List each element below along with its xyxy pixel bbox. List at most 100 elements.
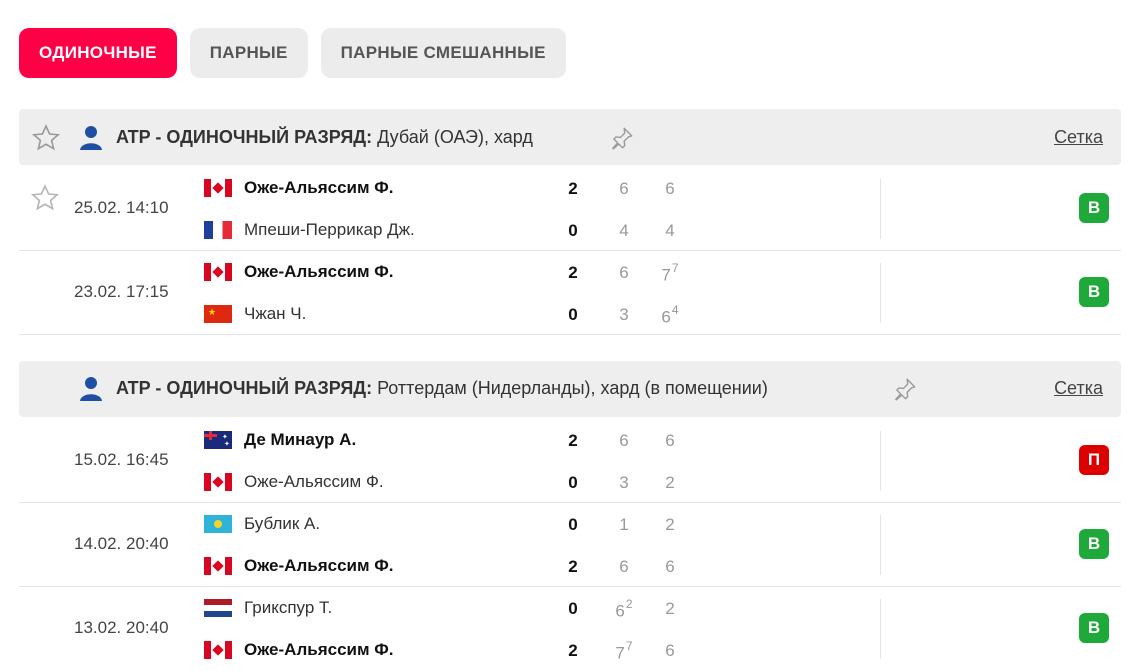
total-score: 0 bbox=[568, 599, 578, 618]
divider bbox=[880, 431, 881, 491]
match-row[interactable]: 14.02. 20:40 Бублик А. Оже-Альяссим Ф. 0… bbox=[19, 503, 1121, 587]
match-row[interactable]: 23.02. 17:15 Оже-Альяссим Ф. ★ Чжан Ч. 2… bbox=[19, 251, 1121, 335]
divider bbox=[880, 599, 881, 659]
match-row[interactable]: 13.02. 20:40 Грикспур Т. Оже-Альяссим Ф.… bbox=[19, 587, 1121, 671]
tabs: ОДИНОЧНЫЕ ПАРНЫЕ ПАРНЫЕ СМЕШАННЫЕ bbox=[19, 28, 566, 78]
set-score: 2 bbox=[665, 599, 675, 618]
match-row[interactable]: 15.02. 16:45 ✦ ✦ Де Минаур А. Оже-Альясси… bbox=[19, 419, 1121, 503]
total-score: 2 bbox=[568, 557, 578, 576]
player-name: Оже-Альяссим Ф. bbox=[244, 472, 384, 491]
league-title: ATP - ОДИНОЧНЫЙ РАЗРЯД: Дубай (ОАЭ), хар… bbox=[116, 127, 533, 147]
player-name: Бублик А. bbox=[244, 514, 321, 533]
divider bbox=[880, 515, 881, 575]
set-score: 6 bbox=[619, 557, 629, 576]
league-header-dubai: ATP - ОДИНОЧНЫЙ РАЗРЯД: Дубай (ОАЭ), хар… bbox=[19, 109, 1121, 165]
league-title: ATP - ОДИНОЧНЫЙ РАЗРЯД: Роттердам (Нидер… bbox=[116, 378, 768, 398]
set-score: 4 bbox=[619, 221, 629, 240]
player-name: Де Минаур А. bbox=[244, 430, 357, 449]
canada-flag-icon bbox=[204, 557, 232, 575]
set-score: 6 bbox=[665, 557, 675, 576]
kazakhstan-flag-icon bbox=[204, 515, 232, 533]
tiebreak-score: 7 bbox=[625, 639, 633, 653]
set-score: 3 bbox=[619, 305, 629, 324]
player-row: Оже-Альяссим Ф. bbox=[204, 637, 394, 663]
france-flag-icon bbox=[204, 221, 232, 239]
player-name: Мпеши-Перрикар Дж. bbox=[244, 220, 415, 239]
star-icon[interactable] bbox=[30, 183, 60, 213]
tiebreak-score: 2 bbox=[625, 597, 633, 611]
total-score: 2 bbox=[568, 179, 578, 198]
set-score: 2 bbox=[665, 515, 675, 534]
result-badge: В bbox=[1079, 613, 1109, 643]
pin-icon[interactable] bbox=[892, 376, 918, 402]
player-name: Грикспур Т. bbox=[244, 598, 333, 617]
set-score: 4 bbox=[665, 221, 675, 240]
total-score: 0 bbox=[568, 473, 578, 492]
match-time: 25.02. 14:10 bbox=[74, 198, 169, 217]
match-time: 13.02. 20:40 bbox=[74, 618, 169, 637]
player-row: Оже-Альяссим Ф. bbox=[204, 469, 384, 495]
player-row: Мпеши-Перрикар Дж. bbox=[204, 217, 415, 243]
result-badge: В bbox=[1079, 529, 1109, 559]
set-score: 1 bbox=[619, 515, 629, 534]
player-name: Оже-Альяссим Ф. bbox=[244, 262, 394, 281]
bracket-link[interactable]: Сетка bbox=[1054, 378, 1103, 399]
match-time: 15.02. 16:45 bbox=[74, 450, 169, 469]
set-score: 62 bbox=[615, 597, 633, 621]
set-score: 6 bbox=[619, 431, 629, 450]
player-row: ★ Чжан Ч. bbox=[204, 301, 306, 327]
bracket-link[interactable]: Сетка bbox=[1054, 127, 1103, 148]
total-score: 2 bbox=[568, 641, 578, 660]
result-badge: П bbox=[1079, 445, 1109, 475]
player-row: Оже-Альяссим Ф. bbox=[204, 553, 394, 579]
set-score: 6 bbox=[665, 179, 675, 198]
player-name: Чжан Ч. bbox=[244, 304, 307, 323]
china-flag-icon: ★ bbox=[204, 305, 232, 323]
set-score: 2 bbox=[665, 473, 675, 492]
player-name: Оже-Альяссим Ф. bbox=[244, 556, 394, 575]
match-time: 14.02. 20:40 bbox=[74, 534, 169, 553]
set-score: 64 bbox=[661, 303, 679, 327]
player-row: Грикспур Т. bbox=[204, 595, 332, 621]
league-header-rotterdam: ATP - ОДИНОЧНЫЙ РАЗРЯД: Роттердам (Нидер… bbox=[19, 361, 1121, 417]
result-badge: В bbox=[1079, 277, 1109, 307]
australia-flag-icon: ✦ ✦ bbox=[204, 431, 232, 449]
player-name: Оже-Альяссим Ф. bbox=[244, 640, 394, 659]
player-row: Бублик А. bbox=[204, 511, 320, 537]
divider bbox=[880, 263, 881, 323]
match-time: 23.02. 17:15 bbox=[74, 282, 169, 301]
set-score: 6 bbox=[619, 263, 629, 282]
tab-singles[interactable]: ОДИНОЧНЫЕ bbox=[19, 28, 177, 78]
set-score: 6 bbox=[665, 431, 675, 450]
netherlands-flag-icon bbox=[204, 599, 232, 617]
match-row[interactable]: 25.02. 14:10 Оже-Альяссим Ф. Мпеши-Перри… bbox=[19, 167, 1121, 251]
star-icon[interactable] bbox=[31, 123, 61, 153]
divider bbox=[880, 179, 881, 239]
canada-flag-icon bbox=[204, 641, 232, 659]
tiebreak-score: 7 bbox=[671, 261, 679, 275]
player-row: Оже-Альяссим Ф. bbox=[204, 259, 394, 285]
tiebreak-score: 4 bbox=[671, 303, 679, 317]
player-name: Оже-Альяссим Ф. bbox=[244, 178, 394, 197]
canada-flag-icon bbox=[204, 473, 232, 491]
total-score: 0 bbox=[568, 305, 578, 324]
tab-mixed-doubles[interactable]: ПАРНЫЕ СМЕШАННЫЕ bbox=[320, 28, 566, 78]
set-score: 6 bbox=[619, 179, 629, 198]
person-icon bbox=[80, 377, 102, 401]
set-score: 77 bbox=[615, 639, 633, 663]
player-row: Оже-Альяссим Ф. bbox=[204, 175, 394, 201]
set-score: 6 bbox=[665, 641, 675, 660]
person-icon bbox=[80, 126, 102, 150]
tab-doubles[interactable]: ПАРНЫЕ bbox=[189, 28, 308, 78]
total-score: 2 bbox=[568, 431, 578, 450]
pin-icon[interactable] bbox=[609, 125, 635, 151]
player-row: ✦ ✦ Де Минаур А. bbox=[204, 427, 356, 453]
set-score: 3 bbox=[619, 473, 629, 492]
total-score: 0 bbox=[568, 515, 578, 534]
canada-flag-icon bbox=[204, 263, 232, 281]
canada-flag-icon bbox=[204, 179, 232, 197]
total-score: 2 bbox=[568, 263, 578, 282]
result-badge: В bbox=[1079, 193, 1109, 223]
set-score: 77 bbox=[661, 261, 679, 285]
total-score: 0 bbox=[568, 221, 578, 240]
